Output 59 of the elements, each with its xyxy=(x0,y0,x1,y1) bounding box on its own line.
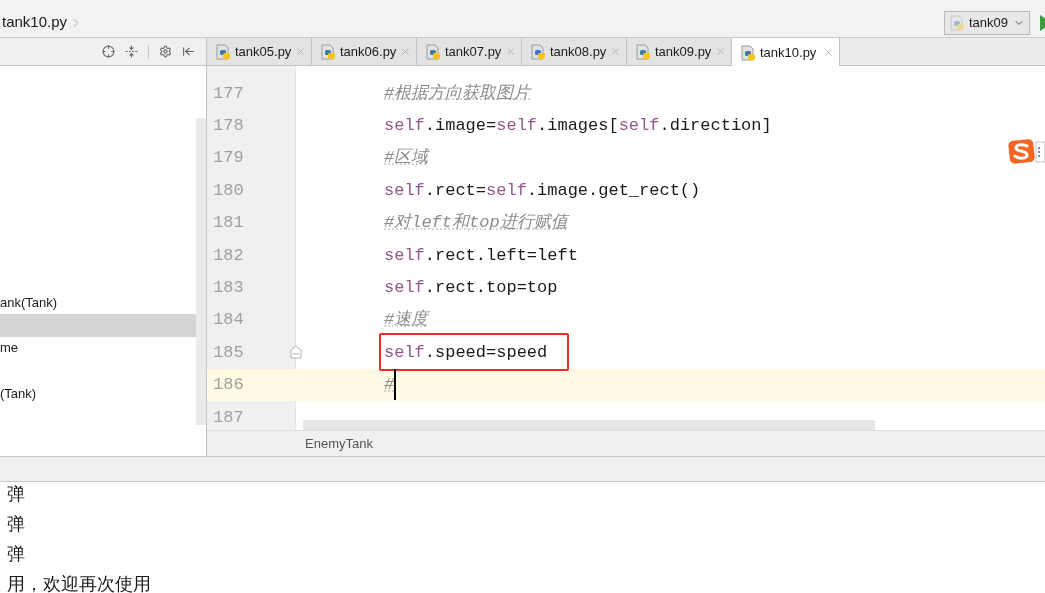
console-output-line: 弹 xyxy=(7,484,25,504)
code-text: self.image=self.images[self.direction] xyxy=(384,117,772,135)
code-text: #对left和top进行赋值 xyxy=(384,214,568,232)
console-output-line: 用，欢迎再次使用 xyxy=(7,574,151,593)
line-number: 178 xyxy=(213,117,244,135)
code-text: #根据方向获取图片 xyxy=(384,84,531,102)
code-text: self.speed=speed xyxy=(384,343,548,361)
editor-tab[interactable]: tank08.py xyxy=(522,38,627,65)
editor-tab[interactable]: tank09.py xyxy=(627,38,732,65)
code-text: #区域 xyxy=(384,149,429,167)
line-number: 186 xyxy=(213,376,244,394)
tree-item[interactable] xyxy=(0,313,196,337)
python-file-icon xyxy=(530,43,546,60)
python-file-icon xyxy=(635,43,651,60)
editor-tab[interactable]: tank05.py xyxy=(207,38,312,65)
code-text: # xyxy=(384,376,395,394)
locate-icon[interactable] xyxy=(102,45,115,58)
close-icon[interactable] xyxy=(295,46,307,57)
tree-item[interactable]: ank(Tank) xyxy=(0,291,196,314)
line-number: 184 xyxy=(213,311,244,329)
python-file-icon xyxy=(740,44,756,61)
close-icon[interactable] xyxy=(610,46,622,57)
input-method-icon[interactable] xyxy=(1008,138,1045,166)
breadcrumb-item[interactable]: EnemyTank xyxy=(305,433,373,454)
code-text: #速度 xyxy=(384,311,429,329)
horizontal-scrollbar[interactable] xyxy=(303,420,875,430)
python-file-icon xyxy=(949,14,965,31)
close-icon[interactable] xyxy=(715,46,727,57)
python-file-icon xyxy=(215,43,231,60)
tree-item[interactable]: me xyxy=(0,336,196,360)
python-file-icon xyxy=(320,43,336,60)
run-config-dropdown[interactable]: tank09 xyxy=(944,10,1030,35)
close-icon[interactable] xyxy=(823,47,834,58)
code-text: self.rect.top=top xyxy=(384,279,558,297)
editor-tab[interactable]: tank06.py xyxy=(312,38,417,65)
line-number: 180 xyxy=(213,181,244,199)
line-number: 181 xyxy=(213,214,244,232)
close-icon[interactable] xyxy=(400,46,412,57)
line-number: 185 xyxy=(213,343,244,361)
close-icon[interactable] xyxy=(505,46,517,57)
settings-icon[interactable] xyxy=(159,45,172,58)
tree-item[interactable]: (Tank) xyxy=(0,382,196,405)
line-number: 182 xyxy=(213,246,244,264)
code-text: self.rect=self.image.get_rect() xyxy=(384,181,701,199)
breadcrumb-item[interactable]: tank10.py xyxy=(2,11,68,34)
vertical-scrollbar[interactable] xyxy=(196,118,206,425)
line-number: 177 xyxy=(213,84,244,102)
python-file-icon xyxy=(425,43,441,60)
console-output-line: 弹 xyxy=(7,544,25,564)
run-icon[interactable] xyxy=(1040,14,1045,31)
line-number: 187 xyxy=(213,408,244,426)
line-number: 179 xyxy=(213,149,244,167)
editor-tab[interactable]: tank10.py xyxy=(732,38,840,67)
line-number: 183 xyxy=(213,279,244,297)
code-text: self.rect.left=left xyxy=(384,246,578,264)
collapse-all-icon[interactable] xyxy=(125,45,138,58)
editor-tab[interactable]: tank07.py xyxy=(417,38,522,65)
console-output-line: 弹 xyxy=(7,514,25,534)
hide-panel-icon[interactable] xyxy=(182,45,195,58)
